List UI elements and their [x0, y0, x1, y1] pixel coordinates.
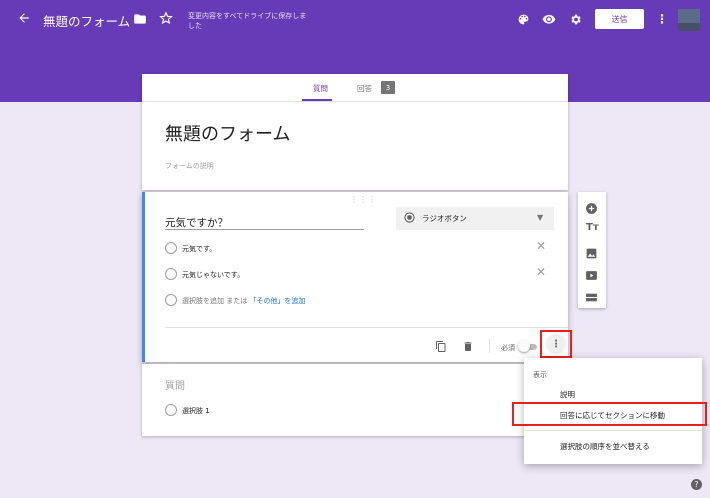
tab-divider — [142, 101, 568, 102]
menu-item-highlight-box — [512, 402, 707, 426]
active-card-accent — [142, 192, 145, 362]
menu-section-header: 表示 — [533, 371, 547, 379]
back-arrow-icon[interactable] — [16, 10, 32, 26]
form-name-title[interactable]: 無題のフォーム — [43, 11, 130, 30]
add-other-link[interactable]: 「その他」を追加 — [249, 297, 305, 305]
preview-eye-icon[interactable] — [541, 11, 557, 27]
add-video-icon[interactable] — [585, 267, 598, 286]
card-footer-divider — [165, 327, 568, 328]
settings-gear-icon[interactable] — [567, 11, 583, 27]
question-title-underline — [165, 229, 364, 230]
more-vert-icon[interactable]: ⋮ — [654, 11, 670, 27]
duplicate-icon[interactable] — [435, 338, 447, 357]
form-description-field[interactable]: フォームの説明 — [165, 161, 214, 171]
avatar[interactable] — [678, 9, 700, 31]
required-label: 必須 — [501, 344, 515, 352]
option-label[interactable]: 元気です。 — [182, 244, 216, 254]
more-options-button[interactable]: ⋮ — [540, 330, 572, 358]
add-option-link[interactable]: 選択肢を追加 — [182, 297, 224, 305]
question-card-2[interactable] — [142, 364, 568, 436]
send-button[interactable]: 送信 — [595, 9, 644, 29]
or-text: または — [226, 297, 248, 305]
dropdown-caret-icon: ▼ — [537, 213, 544, 222]
question-2-title[interactable]: 質問 — [165, 377, 185, 392]
star-icon[interactable] — [158, 10, 174, 26]
add-title-text-icon[interactable]: Tт — [586, 222, 599, 233]
menu-item-description[interactable]: 説明 — [560, 389, 575, 400]
remove-option-icon[interactable]: ✕ — [536, 239, 546, 253]
option-radio-icon — [165, 404, 177, 416]
form-title[interactable]: 無題のフォーム — [165, 120, 290, 146]
save-status-text: 変更内容をすべてドライブに保存しました — [188, 12, 307, 30]
option-label[interactable]: 選択肢 1 — [182, 406, 210, 416]
add-section-icon[interactable] — [585, 289, 598, 308]
question-type-dropdown[interactable] — [396, 207, 554, 230]
delete-trash-icon[interactable] — [462, 338, 474, 357]
tab-responses[interactable]: 回答 — [357, 83, 372, 94]
palette-icon[interactable] — [515, 11, 531, 27]
option-label[interactable]: 元気じゃないです。 — [182, 270, 244, 280]
add-question-icon[interactable] — [585, 200, 598, 219]
required-toggle-knob[interactable] — [518, 340, 530, 352]
menu-divider — [524, 430, 702, 431]
folder-icon[interactable] — [132, 11, 148, 27]
remove-option-icon[interactable]: ✕ — [536, 265, 546, 279]
radio-checked-icon — [404, 212, 415, 223]
question-type-label: ラジオボタン — [422, 214, 467, 223]
add-image-icon[interactable] — [585, 245, 598, 264]
response-count-badge: 3 — [381, 81, 395, 94]
tab-questions[interactable]: 質問 — [313, 83, 328, 94]
more-vert-icon[interactable]: ⋮ — [546, 334, 566, 354]
footer-separator — [489, 339, 490, 353]
help-icon[interactable]: ? — [691, 479, 702, 490]
menu-item-shuffle-options[interactable]: 選択肢の順序を並べ替える — [560, 441, 650, 452]
option-radio-icon — [165, 242, 177, 254]
option-radio-icon — [165, 268, 177, 280]
add-option-row: 選択肢を追加 または 「その他」を追加 — [182, 296, 305, 306]
question-title-field[interactable]: 元気ですか？ — [165, 215, 228, 230]
drag-handle-icon[interactable]: ⋮⋮⋮ — [350, 195, 377, 204]
add-option-radio-icon — [165, 294, 177, 306]
